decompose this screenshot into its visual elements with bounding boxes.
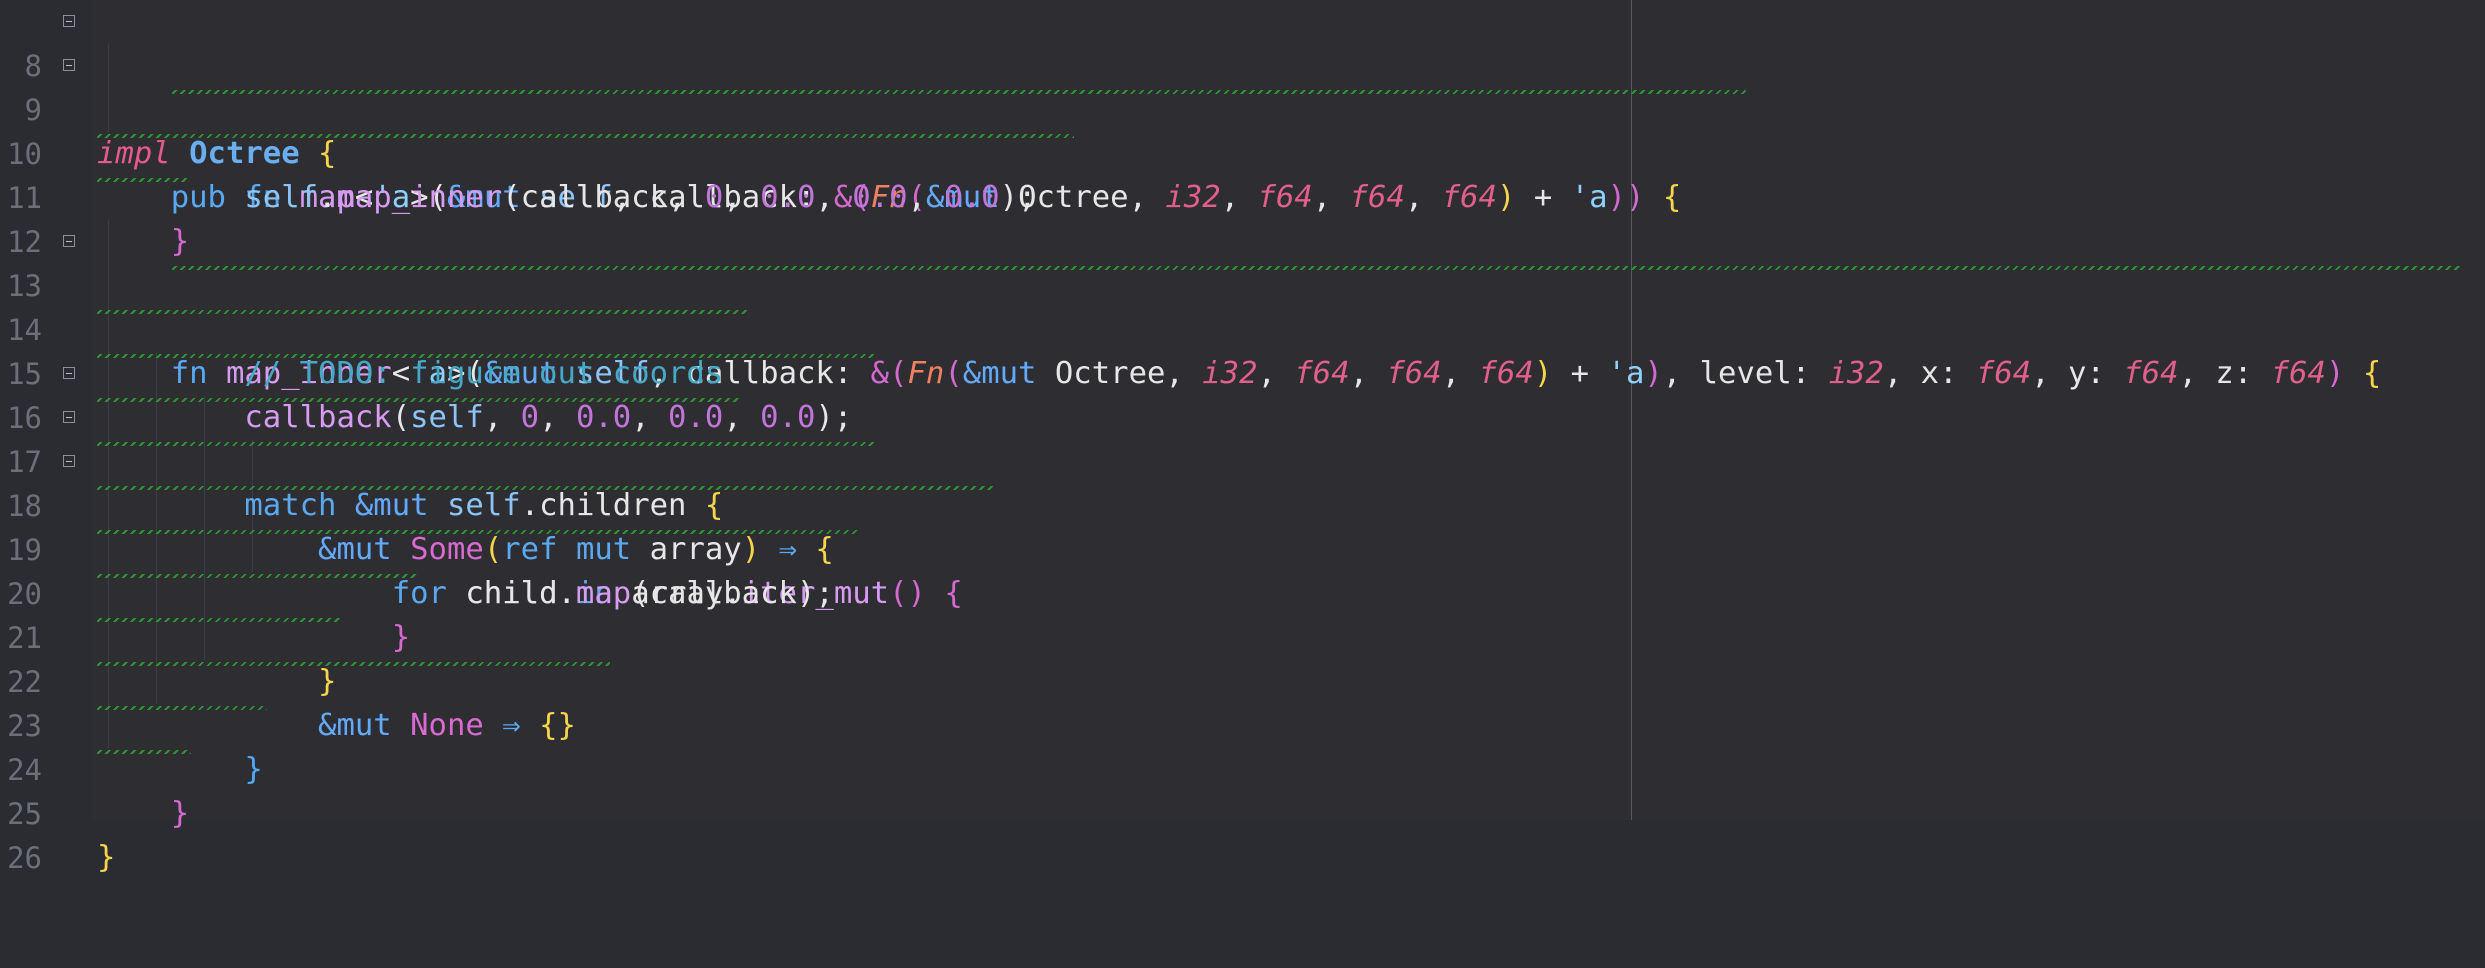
warning-underline	[97, 530, 860, 534]
warning-underline	[97, 486, 993, 490]
warning-underline	[97, 178, 190, 182]
fold-toggle-icon[interactable]	[63, 15, 75, 27]
code-line[interactable]: 19 child.map(callback);	[0, 484, 2485, 611]
code-line[interactable]: 25 }	[0, 748, 2485, 875]
warning-underline	[97, 442, 875, 446]
warning-underline	[97, 662, 610, 666]
code-line[interactable]: 22 &mut None ⇒ {}	[0, 616, 2485, 743]
warning-underline	[97, 750, 191, 754]
warning-underline	[97, 354, 877, 358]
warning-underline	[97, 706, 267, 710]
code-text: }	[97, 840, 116, 875]
warning-underline	[97, 310, 747, 314]
fold-toggle-icon[interactable]	[63, 367, 75, 379]
code-line[interactable]: 9 pub fn map<'a>(&mut self, callback: &(…	[0, 44, 2485, 215]
code-line[interactable]: 23 }	[0, 660, 2485, 787]
warning-underline	[97, 574, 418, 578]
code-line[interactable]: 14 // TODO: figure out coords	[0, 264, 2485, 391]
code-line[interactable]: 12	[0, 176, 2485, 259]
code-line[interactable]: 10 self.map_inner(callback, 0, 0.0, 0.0,…	[0, 88, 2485, 215]
code-line[interactable]: 26	[0, 792, 2485, 875]
warning-underline	[97, 618, 340, 622]
warning-underline	[172, 90, 1746, 94]
code-line[interactable]: 16 match &mut self.children {	[0, 352, 2485, 523]
fold-toggle-icon[interactable]	[63, 455, 75, 467]
fold-toggle-icon[interactable]	[63, 235, 75, 247]
code-line[interactable]: 11 }	[0, 132, 2485, 259]
code-line[interactable]: 8 impl Octree {	[0, 0, 2485, 171]
warning-underline	[97, 134, 1074, 138]
warning-underline	[172, 266, 2460, 270]
code-line[interactable]: 21 }	[0, 572, 2485, 699]
fold-toggle-icon[interactable]	[63, 411, 75, 423]
code-line[interactable]: 17 &mut Some(ref mut array) ⇒ {	[0, 396, 2485, 567]
code-line[interactable]: 15 callback(self, 0, 0.0, 0.0, 0.0);	[0, 308, 2485, 435]
warning-underline	[97, 398, 740, 402]
line-number: 26	[7, 841, 42, 875]
code-line[interactable]: 13 fn map_inner<'a>(&mut self, callback:…	[0, 220, 2485, 391]
code-line[interactable]: 24 }	[0, 704, 2485, 831]
fold-toggle-icon[interactable]	[63, 59, 75, 71]
code-line[interactable]: 20 }	[0, 528, 2485, 655]
code-line[interactable]: 18 for child in array.iter_mut() {	[0, 440, 2485, 611]
code-editor[interactable]: 8 impl Octree { 9 pub fn map<'a>(&mut se…	[0, 0, 2485, 875]
